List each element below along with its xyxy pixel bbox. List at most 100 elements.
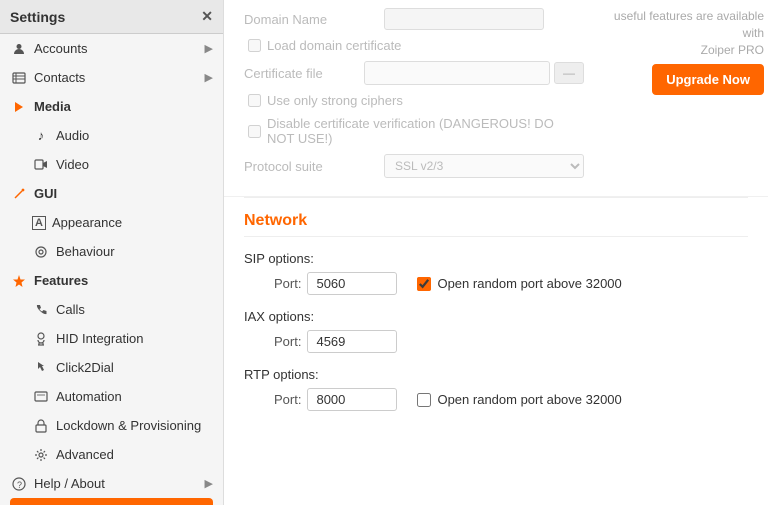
gui-label: GUI: [34, 186, 57, 201]
sidebar-item-accounts[interactable]: Accounts ▶: [0, 34, 223, 63]
hid-icon: [32, 332, 50, 346]
main-content: Domain Name Load domain certificate Cert…: [224, 0, 768, 505]
features-label: Features: [34, 273, 88, 288]
disable-cert-label: Disable certificate verification (DANGER…: [267, 116, 584, 146]
iax-options-group: IAX options: Port:: [244, 309, 748, 353]
divider: [244, 197, 748, 198]
sip-random-port-row: Open random port above 32000: [417, 276, 621, 291]
advanced-icon: [32, 448, 50, 462]
upgrade-now-button[interactable]: Upgrade Now: [652, 64, 764, 95]
sip-random-port-label: Open random port above 32000: [437, 276, 621, 291]
sidebar: Settings ✕ Accounts ▶ Contacts ▶ Media ♪…: [0, 0, 224, 505]
contacts-label: Contacts: [34, 70, 85, 85]
behaviour-icon: [32, 245, 50, 259]
lockdown-label: Lockdown & Provisioning: [56, 418, 201, 433]
appearance-label: Appearance: [52, 215, 122, 230]
disable-cert-checkbox[interactable]: [248, 125, 261, 138]
override-domain-row: Domain Name: [244, 8, 584, 30]
sip-port-label: Port:: [274, 276, 301, 291]
sidebar-item-video[interactable]: Video: [0, 150, 223, 179]
protocol-suite-label: Protocol suite: [244, 159, 384, 174]
calls-label: Calls: [56, 302, 85, 317]
rtp-random-port-checkbox[interactable]: [417, 393, 431, 407]
cert-file-row: Certificate file —: [244, 61, 584, 85]
load-cert-row: Load domain certificate: [244, 38, 584, 53]
sip-port-input[interactable]: [307, 272, 397, 295]
video-label: Video: [56, 157, 89, 172]
automation-label: Automation: [56, 389, 122, 404]
click2dial-label: Click2Dial: [56, 360, 114, 375]
sidebar-item-automation[interactable]: Automation: [0, 382, 223, 411]
appearance-icon: A: [32, 216, 46, 230]
iax-options-label: IAX options:: [244, 309, 748, 324]
video-icon: [32, 159, 50, 170]
sidebar-item-contacts[interactable]: Contacts ▶: [0, 63, 223, 92]
media-label: Media: [34, 99, 71, 114]
help-icon: ?: [10, 477, 28, 491]
accounts-chevron: ▶: [205, 42, 213, 55]
protocol-suite-row: Protocol suite SSL v2/3: [244, 154, 584, 178]
sidebar-title: Settings: [10, 9, 65, 25]
click2dial-icon: [32, 361, 50, 374]
automation-icon: [32, 391, 50, 402]
sidebar-item-features[interactable]: Features: [0, 266, 223, 295]
accounts-label: Accounts: [34, 41, 87, 56]
load-cert-label: Load domain certificate: [267, 38, 401, 53]
rtp-random-port-label: Open random port above 32000: [437, 392, 621, 407]
help-label: Help / About: [34, 476, 105, 491]
cert-dropdown-btn[interactable]: —: [554, 62, 584, 84]
sip-options-group: SIP options: Port: Open random port abov…: [244, 251, 748, 295]
advanced-label: Advanced: [56, 447, 114, 462]
svg-text:?: ?: [17, 480, 22, 490]
sidebar-item-advanced[interactable]: Advanced: [0, 440, 223, 469]
accounts-icon: [10, 42, 28, 56]
sidebar-item-gui[interactable]: GUI: [0, 179, 223, 208]
left-fields: Domain Name Load domain certificate Cert…: [244, 8, 584, 188]
activate-pro-button[interactable]: Activate PRO: [10, 498, 213, 505]
media-icon: [10, 100, 28, 114]
help-chevron: ▶: [205, 477, 213, 490]
audio-label: Audio: [56, 128, 89, 143]
strong-ciphers-checkbox[interactable]: [248, 94, 261, 107]
upgrade-box: useful features are available withZoiper…: [604, 8, 764, 95]
rtp-port-label: Port:: [274, 392, 301, 407]
network-section: Network SIP options: Port: Open random p…: [224, 212, 768, 445]
sidebar-item-appearance[interactable]: A Appearance: [0, 208, 223, 237]
strong-ciphers-label: Use only strong ciphers: [267, 93, 403, 108]
strong-ciphers-row: Use only strong ciphers: [244, 93, 584, 108]
domain-name-label: Domain Name: [244, 12, 384, 27]
sidebar-item-click2dial[interactable]: Click2Dial: [0, 353, 223, 382]
rtp-options-label: RTP options:: [244, 367, 748, 382]
sip-options-label: SIP options:: [244, 251, 748, 266]
cert-file-label: Certificate file: [244, 66, 364, 81]
top-section: Domain Name Load domain certificate Cert…: [224, 0, 768, 197]
rtp-random-port-row: Open random port above 32000: [417, 392, 621, 407]
sidebar-header: Settings ✕: [0, 0, 223, 34]
load-cert-checkbox[interactable]: [248, 39, 261, 52]
sidebar-item-audio[interactable]: ♪ Audio: [0, 121, 223, 150]
close-icon[interactable]: ✕: [201, 8, 213, 25]
protocol-suite-select[interactable]: SSL v2/3: [384, 154, 584, 178]
iax-options-row: Port:: [244, 330, 748, 353]
domain-name-input[interactable]: [384, 8, 544, 30]
iax-port-label: Port:: [274, 334, 301, 349]
cert-file-input[interactable]: [364, 61, 550, 85]
sip-options-row: Port: Open random port above 32000: [244, 272, 748, 295]
gui-icon: [10, 187, 28, 200]
iax-port-input[interactable]: [307, 330, 397, 353]
sidebar-item-media[interactable]: Media: [0, 92, 223, 121]
sidebar-item-behaviour[interactable]: Behaviour: [0, 237, 223, 266]
sidebar-item-help[interactable]: ? Help / About ▶: [0, 469, 223, 498]
sidebar-bottom: Activate PRO: [0, 498, 223, 505]
contacts-chevron: ▶: [205, 71, 213, 84]
rtp-port-input[interactable]: [307, 388, 397, 411]
upgrade-text: useful features are available withZoiper…: [604, 8, 764, 58]
contacts-icon: [10, 71, 28, 85]
sidebar-item-lockdown[interactable]: Lockdown & Provisioning: [0, 411, 223, 440]
audio-icon: ♪: [32, 128, 50, 143]
sip-random-port-checkbox[interactable]: [417, 277, 431, 291]
sidebar-item-hid[interactable]: HID Integration: [0, 324, 223, 353]
calls-icon: [32, 303, 50, 316]
sidebar-item-calls[interactable]: Calls: [0, 295, 223, 324]
features-star-icon: [10, 274, 28, 288]
